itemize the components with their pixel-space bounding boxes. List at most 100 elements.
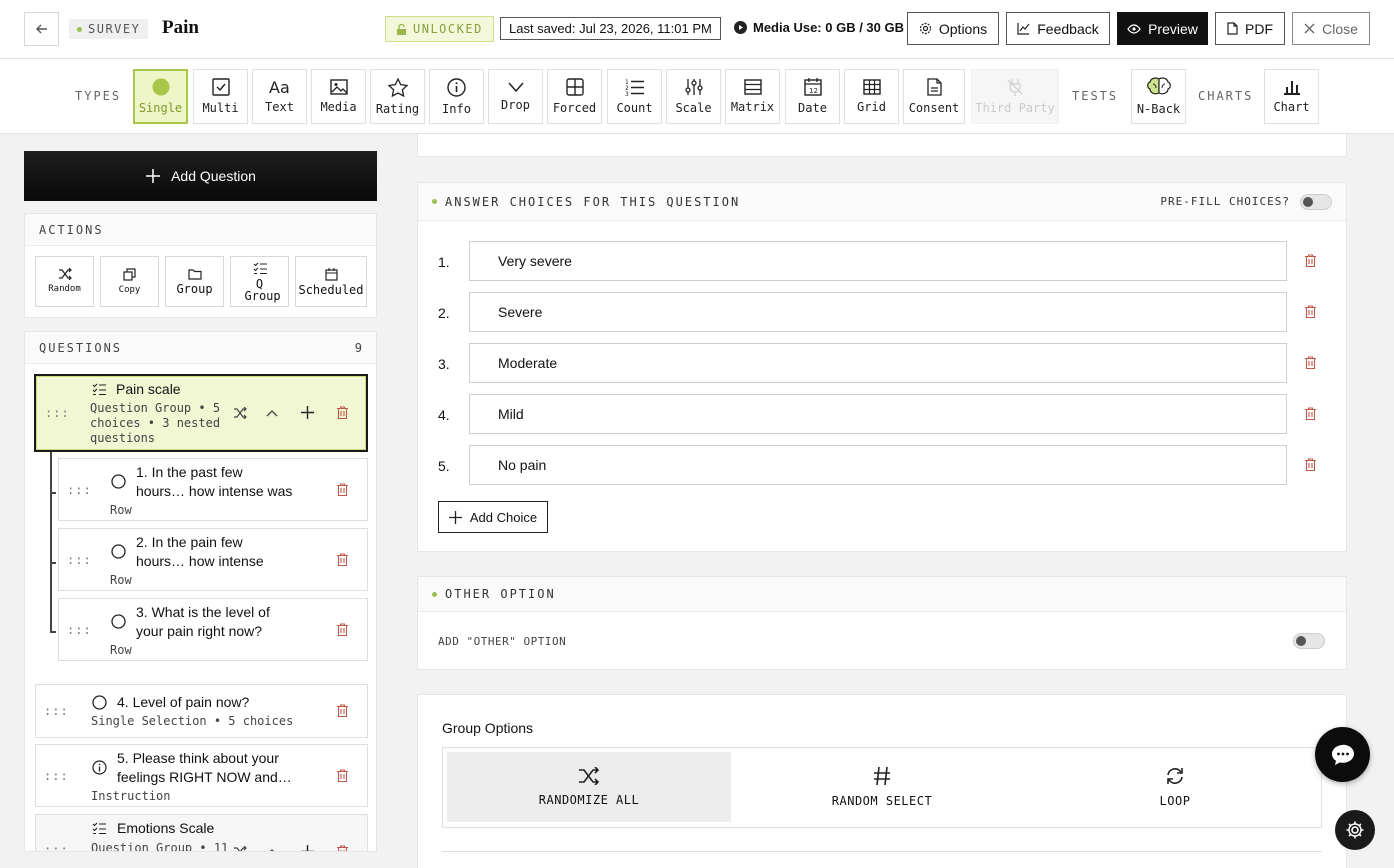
trash-icon[interactable] — [337, 704, 348, 717]
question-item[interactable]: ::: 5. Please think about your feelings … — [35, 744, 368, 807]
action-random-button[interactable]: Random — [35, 256, 94, 307]
trash-icon[interactable] — [337, 845, 348, 852]
checkbox-icon — [211, 78, 230, 96]
tests-label: TESTS — [1072, 89, 1119, 103]
chat-button[interactable] — [1315, 727, 1370, 782]
action-copy-button[interactable]: Copy — [100, 256, 159, 307]
nested-question-item[interactable]: ::: 1. In the past few hours… how intens… — [58, 458, 368, 521]
feedback-button[interactable]: Feedback — [1006, 12, 1110, 45]
drag-handle-icon[interactable]: ::: — [44, 704, 69, 718]
unlock-icon — [397, 23, 406, 35]
nested-question-item[interactable]: ::: 2. In the pain few hours… how intens… — [58, 528, 368, 591]
question-subtitle: Question Group • 11 — [91, 841, 229, 852]
options-label: Options — [938, 20, 988, 37]
options-button[interactable]: Options — [907, 12, 999, 45]
question-title: 2. In the pain few hours… how intense wa… — [136, 534, 264, 569]
random-select-option[interactable]: RANDOM SELECT — [740, 752, 1024, 822]
loop-icon — [1167, 768, 1183, 784]
chart-button[interactable]: Chart — [1264, 69, 1319, 124]
action-group-button[interactable]: Group — [165, 256, 224, 307]
type-date-button[interactable]: 12 Date — [785, 69, 840, 124]
type-third-party-label: Third Party — [975, 101, 1055, 115]
trash-icon[interactable] — [1305, 254, 1316, 267]
choice-number: 5. — [438, 458, 450, 474]
type-grid-label: Grid — [857, 100, 886, 114]
svg-text:Aa: Aa — [269, 79, 290, 95]
loop-option[interactable]: LOOP — [1033, 752, 1317, 822]
status-dot-icon — [432, 199, 437, 204]
test-nback-button[interactable]: N-Back — [1131, 69, 1186, 124]
top-bar: SURVEY Pain UNLOCKED Last saved: Jul 23,… — [0, 0, 1394, 59]
type-matrix-button[interactable]: Matrix — [725, 69, 780, 124]
type-single-button[interactable]: Single — [133, 69, 188, 124]
type-forced-button[interactable]: Forced — [547, 69, 602, 124]
pdf-button[interactable]: PDF — [1215, 12, 1285, 45]
prefill-toggle[interactable] — [1300, 193, 1332, 210]
drag-handle-icon[interactable]: ::: — [44, 843, 69, 851]
choice-input[interactable]: Mild — [469, 394, 1287, 434]
type-count-button[interactable]: 123 Count — [607, 69, 662, 124]
other-option-toggle[interactable] — [1293, 633, 1325, 649]
question-group-item[interactable]: ::: Pain scale Question Group • 5 choice… — [34, 374, 368, 452]
choice-input[interactable]: No pain — [469, 445, 1287, 485]
action-group-label: Group — [176, 282, 213, 296]
nested-question-item[interactable]: ::: 3. What is the level of your pain ri… — [58, 598, 368, 661]
type-third-party-button[interactable]: Third Party — [971, 69, 1059, 124]
plus-icon[interactable] — [301, 406, 314, 419]
bar-chart-icon — [1283, 81, 1300, 95]
trash-icon[interactable] — [1305, 356, 1316, 369]
hash-icon — [874, 766, 890, 786]
randomize-all-option[interactable]: RANDOMIZE ALL — [447, 752, 731, 822]
type-multi-button[interactable]: Multi — [193, 69, 248, 124]
close-icon — [1304, 23, 1315, 34]
add-choice-button[interactable]: Add Choice — [438, 501, 548, 533]
drag-handle-icon[interactable]: ::: — [44, 769, 69, 783]
question-title: 5. Please think about your feelings RIGH… — [117, 750, 292, 785]
choice-input[interactable]: Moderate — [469, 343, 1287, 383]
question-item[interactable]: ::: 4. Level of pain now? Single Selecti… — [35, 684, 368, 738]
trash-icon[interactable] — [337, 769, 348, 782]
question-group-item[interactable]: ::: Emotions Scale Question Group • 11 — [35, 814, 368, 852]
question-subtitle: Instruction — [91, 789, 171, 803]
type-info-button[interactable]: Info — [429, 69, 484, 124]
trash-icon[interactable] — [337, 406, 348, 419]
preview-button[interactable]: Preview — [1117, 12, 1208, 45]
choice-input[interactable]: Severe — [469, 292, 1287, 332]
trash-icon[interactable] — [337, 623, 348, 636]
trash-icon[interactable] — [337, 553, 348, 566]
close-button[interactable]: Close — [1292, 12, 1370, 45]
charts-label: CHARTS — [1198, 89, 1254, 103]
type-consent-button[interactable]: Consent — [903, 69, 965, 124]
chevron-up-icon[interactable] — [266, 409, 278, 417]
play-circle-icon — [734, 21, 747, 34]
plus-icon[interactable] — [301, 845, 314, 852]
drag-handle-icon[interactable]: ::: — [67, 483, 92, 497]
type-drop-button[interactable]: Drop — [488, 69, 543, 124]
questions-count: 9 — [354, 340, 362, 355]
text-aa-icon: Aa — [269, 79, 290, 95]
type-grid-button[interactable]: Grid — [844, 69, 899, 124]
type-rating-button[interactable]: Rating — [370, 69, 425, 124]
trash-icon[interactable] — [337, 483, 348, 496]
add-question-button[interactable]: Add Question — [24, 151, 377, 201]
calendar-icon — [324, 267, 338, 281]
type-media-button[interactable]: Media — [311, 69, 366, 124]
trash-icon[interactable] — [1305, 458, 1316, 471]
shuffle-icon[interactable] — [233, 407, 247, 419]
choice-input[interactable]: Very severe — [469, 241, 1287, 281]
trash-icon[interactable] — [1305, 407, 1316, 420]
type-scale-button[interactable]: Scale — [666, 69, 721, 124]
settings-button[interactable] — [1335, 810, 1375, 850]
copy-icon — [123, 267, 136, 281]
action-q-group-button[interactable]: Q Group — [230, 256, 289, 307]
drag-handle-icon[interactable]: ::: — [45, 406, 70, 420]
chevron-up-icon[interactable] — [266, 848, 278, 852]
action-scheduled-button[interactable]: Scheduled — [295, 256, 367, 307]
drag-handle-icon[interactable]: ::: — [67, 553, 92, 567]
lock-status-badge[interactable]: UNLOCKED — [385, 16, 494, 42]
back-button[interactable] — [24, 12, 59, 46]
trash-icon[interactable] — [1305, 305, 1316, 318]
type-text-button[interactable]: Aa Text — [252, 69, 307, 124]
shuffle-icon[interactable] — [233, 846, 247, 852]
drag-handle-icon[interactable]: ::: — [67, 623, 92, 637]
